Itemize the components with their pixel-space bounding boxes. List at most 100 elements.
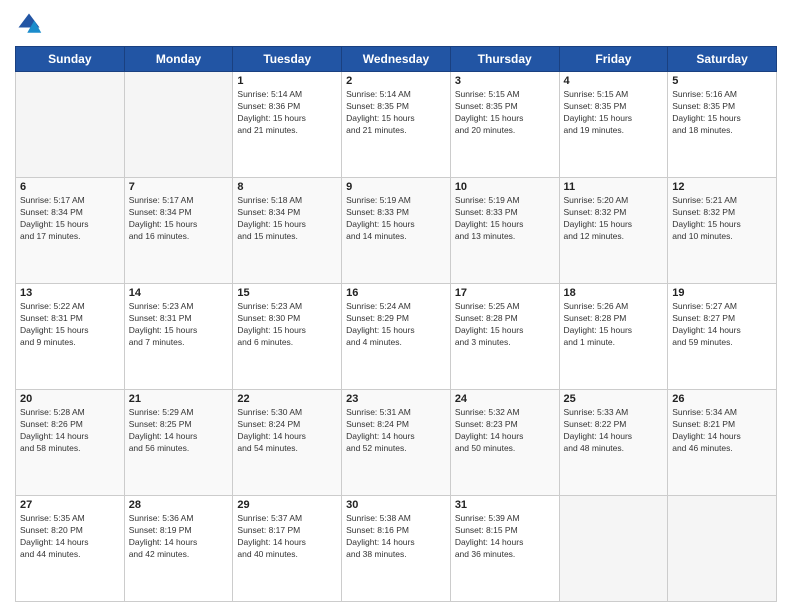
calendar-cell: 14Sunrise: 5:23 AMSunset: 8:31 PMDayligh…	[124, 284, 233, 390]
day-info: Sunrise: 5:38 AMSunset: 8:16 PMDaylight:…	[346, 513, 446, 561]
calendar-cell: 2 Sunrise: 5:14 AMSunset: 8:35 PMDaylight…	[342, 72, 451, 178]
day-number: 24	[455, 393, 555, 405]
calendar-cell: 22 Sunrise: 5:30 AMSunset: 8:24 PMDayligh…	[233, 390, 342, 496]
calendar-cell: 26 Sunrise: 5:34 AMSunset: 8:21 PMDayligh…	[668, 390, 777, 496]
day-info: Sunrise: 5:15 AMSunset: 8:35 PMDaylight:…	[564, 89, 664, 137]
weekday-header-thursday: Thursday	[450, 47, 559, 72]
day-info: Sunrise: 5:29 AMSunset: 8:25 PMDaylight:…	[129, 407, 229, 455]
calendar-cell: 9 Sunrise: 5:19 AMSunset: 8:33 PMDaylight…	[342, 178, 451, 284]
day-number: 19	[672, 287, 772, 299]
day-info: Sunrise: 5:19 AMSunset: 8:33 PMDaylight:…	[455, 195, 555, 243]
day-info: Sunrise: 5:27 AMSunset: 8:27 PMDaylight:…	[672, 301, 772, 349]
day-number: 10	[455, 181, 555, 193]
calendar-cell: 11Sunrise: 5:20 AMSunset: 8:32 PMDayligh…	[559, 178, 668, 284]
day-info: Sunrise: 5:19 AMSunset: 8:33 PMDaylight:…	[346, 195, 446, 243]
calendar-cell: 25 Sunrise: 5:33 AMSunset: 8:22 PMDayligh…	[559, 390, 668, 496]
calendar-cell: 17 Sunrise: 5:25 AMSunset: 8:28 PMDayligh…	[450, 284, 559, 390]
day-number: 14	[129, 287, 229, 299]
day-number: 6	[20, 181, 120, 193]
day-info: Sunrise: 5:34 AMSunset: 8:21 PMDaylight:…	[672, 407, 772, 455]
calendar-cell: 28 Sunrise: 5:36 AMSunset: 8:19 PMDayligh…	[124, 496, 233, 602]
calendar-cell: 19 Sunrise: 5:27 AMSunset: 8:27 PMDayligh…	[668, 284, 777, 390]
calendar-cell: 27 Sunrise: 5:35 AMSunset: 8:20 PMDayligh…	[16, 496, 125, 602]
week-row-1: 6 Sunrise: 5:17 AMSunset: 8:34 PMDaylight…	[16, 178, 777, 284]
day-number: 28	[129, 499, 229, 511]
day-info: Sunrise: 5:17 AMSunset: 8:34 PMDaylight:…	[129, 195, 229, 243]
day-number: 29	[237, 499, 337, 511]
day-number: 21	[129, 393, 229, 405]
day-number: 16	[346, 287, 446, 299]
day-number: 17	[455, 287, 555, 299]
day-info: Sunrise: 5:18 AMSunset: 8:34 PMDaylight:…	[237, 195, 337, 243]
day-info: Sunrise: 5:15 AMSunset: 8:35 PMDaylight:…	[455, 89, 555, 137]
calendar-cell: 12Sunrise: 5:21 AMSunset: 8:32 PMDayligh…	[668, 178, 777, 284]
day-number: 23	[346, 393, 446, 405]
day-number: 22	[237, 393, 337, 405]
calendar-cell: 10 Sunrise: 5:19 AMSunset: 8:33 PMDayligh…	[450, 178, 559, 284]
calendar-cell: 30 Sunrise: 5:38 AMSunset: 8:16 PMDayligh…	[342, 496, 451, 602]
calendar-cell: 8Sunrise: 5:18 AMSunset: 8:34 PMDaylight…	[233, 178, 342, 284]
calendar-cell: 31Sunrise: 5:39 AMSunset: 8:15 PMDayligh…	[450, 496, 559, 602]
day-info: Sunrise: 5:16 AMSunset: 8:35 PMDaylight:…	[672, 89, 772, 137]
calendar-cell: 18Sunrise: 5:26 AMSunset: 8:28 PMDayligh…	[559, 284, 668, 390]
calendar-cell	[16, 72, 125, 178]
weekday-header-sunday: Sunday	[16, 47, 125, 72]
day-info: Sunrise: 5:17 AMSunset: 8:34 PMDaylight:…	[20, 195, 120, 243]
day-info: Sunrise: 5:33 AMSunset: 8:22 PMDaylight:…	[564, 407, 664, 455]
day-number: 5	[672, 75, 772, 87]
calendar-cell	[668, 496, 777, 602]
day-info: Sunrise: 5:14 AMSunset: 8:35 PMDaylight:…	[346, 89, 446, 137]
day-number: 9	[346, 181, 446, 193]
day-info: Sunrise: 5:37 AMSunset: 8:17 PMDaylight:…	[237, 513, 337, 561]
day-info: Sunrise: 5:22 AMSunset: 8:31 PMDaylight:…	[20, 301, 120, 349]
weekday-header-monday: Monday	[124, 47, 233, 72]
day-info: Sunrise: 5:20 AMSunset: 8:32 PMDaylight:…	[564, 195, 664, 243]
day-number: 1	[237, 75, 337, 87]
calendar-cell: 15 Sunrise: 5:23 AMSunset: 8:30 PMDayligh…	[233, 284, 342, 390]
day-number: 2	[346, 75, 446, 87]
page: SundayMondayTuesdayWednesdayThursdayFrid…	[0, 0, 792, 612]
day-number: 27	[20, 499, 120, 511]
logo	[15, 10, 47, 38]
calendar-cell: 21 Sunrise: 5:29 AMSunset: 8:25 PMDayligh…	[124, 390, 233, 496]
calendar-cell: 29 Sunrise: 5:37 AMSunset: 8:17 PMDayligh…	[233, 496, 342, 602]
day-number: 20	[20, 393, 120, 405]
calendar-cell	[124, 72, 233, 178]
calendar-cell	[559, 496, 668, 602]
calendar-cell: 6 Sunrise: 5:17 AMSunset: 8:34 PMDaylight…	[16, 178, 125, 284]
week-row-2: 13 Sunrise: 5:22 AMSunset: 8:31 PMDayligh…	[16, 284, 777, 390]
calendar-header: SundayMondayTuesdayWednesdayThursdayFrid…	[16, 47, 777, 72]
day-number: 25	[564, 393, 664, 405]
logo-icon	[15, 10, 43, 38]
calendar-cell: 7 Sunrise: 5:17 AMSunset: 8:34 PMDaylight…	[124, 178, 233, 284]
day-info: Sunrise: 5:23 AMSunset: 8:30 PMDaylight:…	[237, 301, 337, 349]
day-number: 3	[455, 75, 555, 87]
day-info: Sunrise: 5:35 AMSunset: 8:20 PMDaylight:…	[20, 513, 120, 561]
calendar: SundayMondayTuesdayWednesdayThursdayFrid…	[15, 46, 777, 602]
day-number: 13	[20, 287, 120, 299]
day-info: Sunrise: 5:32 AMSunset: 8:23 PMDaylight:…	[455, 407, 555, 455]
header	[15, 10, 777, 38]
day-info: Sunrise: 5:36 AMSunset: 8:19 PMDaylight:…	[129, 513, 229, 561]
day-info: Sunrise: 5:25 AMSunset: 8:28 PMDaylight:…	[455, 301, 555, 349]
day-number: 15	[237, 287, 337, 299]
weekday-header-tuesday: Tuesday	[233, 47, 342, 72]
weekday-header-friday: Friday	[559, 47, 668, 72]
weekday-header-wednesday: Wednesday	[342, 47, 451, 72]
day-info: Sunrise: 5:28 AMSunset: 8:26 PMDaylight:…	[20, 407, 120, 455]
calendar-cell: 23Sunrise: 5:31 AMSunset: 8:24 PMDayligh…	[342, 390, 451, 496]
day-number: 18	[564, 287, 664, 299]
day-number: 26	[672, 393, 772, 405]
calendar-cell: 4Sunrise: 5:15 AMSunset: 8:35 PMDaylight…	[559, 72, 668, 178]
day-number: 30	[346, 499, 446, 511]
day-info: Sunrise: 5:21 AMSunset: 8:32 PMDaylight:…	[672, 195, 772, 243]
calendar-cell: 3 Sunrise: 5:15 AMSunset: 8:35 PMDaylight…	[450, 72, 559, 178]
day-info: Sunrise: 5:30 AMSunset: 8:24 PMDaylight:…	[237, 407, 337, 455]
week-row-0: 1Sunrise: 5:14 AMSunset: 8:36 PMDaylight…	[16, 72, 777, 178]
day-number: 7	[129, 181, 229, 193]
day-info: Sunrise: 5:39 AMSunset: 8:15 PMDaylight:…	[455, 513, 555, 561]
day-info: Sunrise: 5:24 AMSunset: 8:29 PMDaylight:…	[346, 301, 446, 349]
calendar-cell: 24 Sunrise: 5:32 AMSunset: 8:23 PMDayligh…	[450, 390, 559, 496]
week-row-4: 27 Sunrise: 5:35 AMSunset: 8:20 PMDayligh…	[16, 496, 777, 602]
calendar-cell: 20 Sunrise: 5:28 AMSunset: 8:26 PMDayligh…	[16, 390, 125, 496]
